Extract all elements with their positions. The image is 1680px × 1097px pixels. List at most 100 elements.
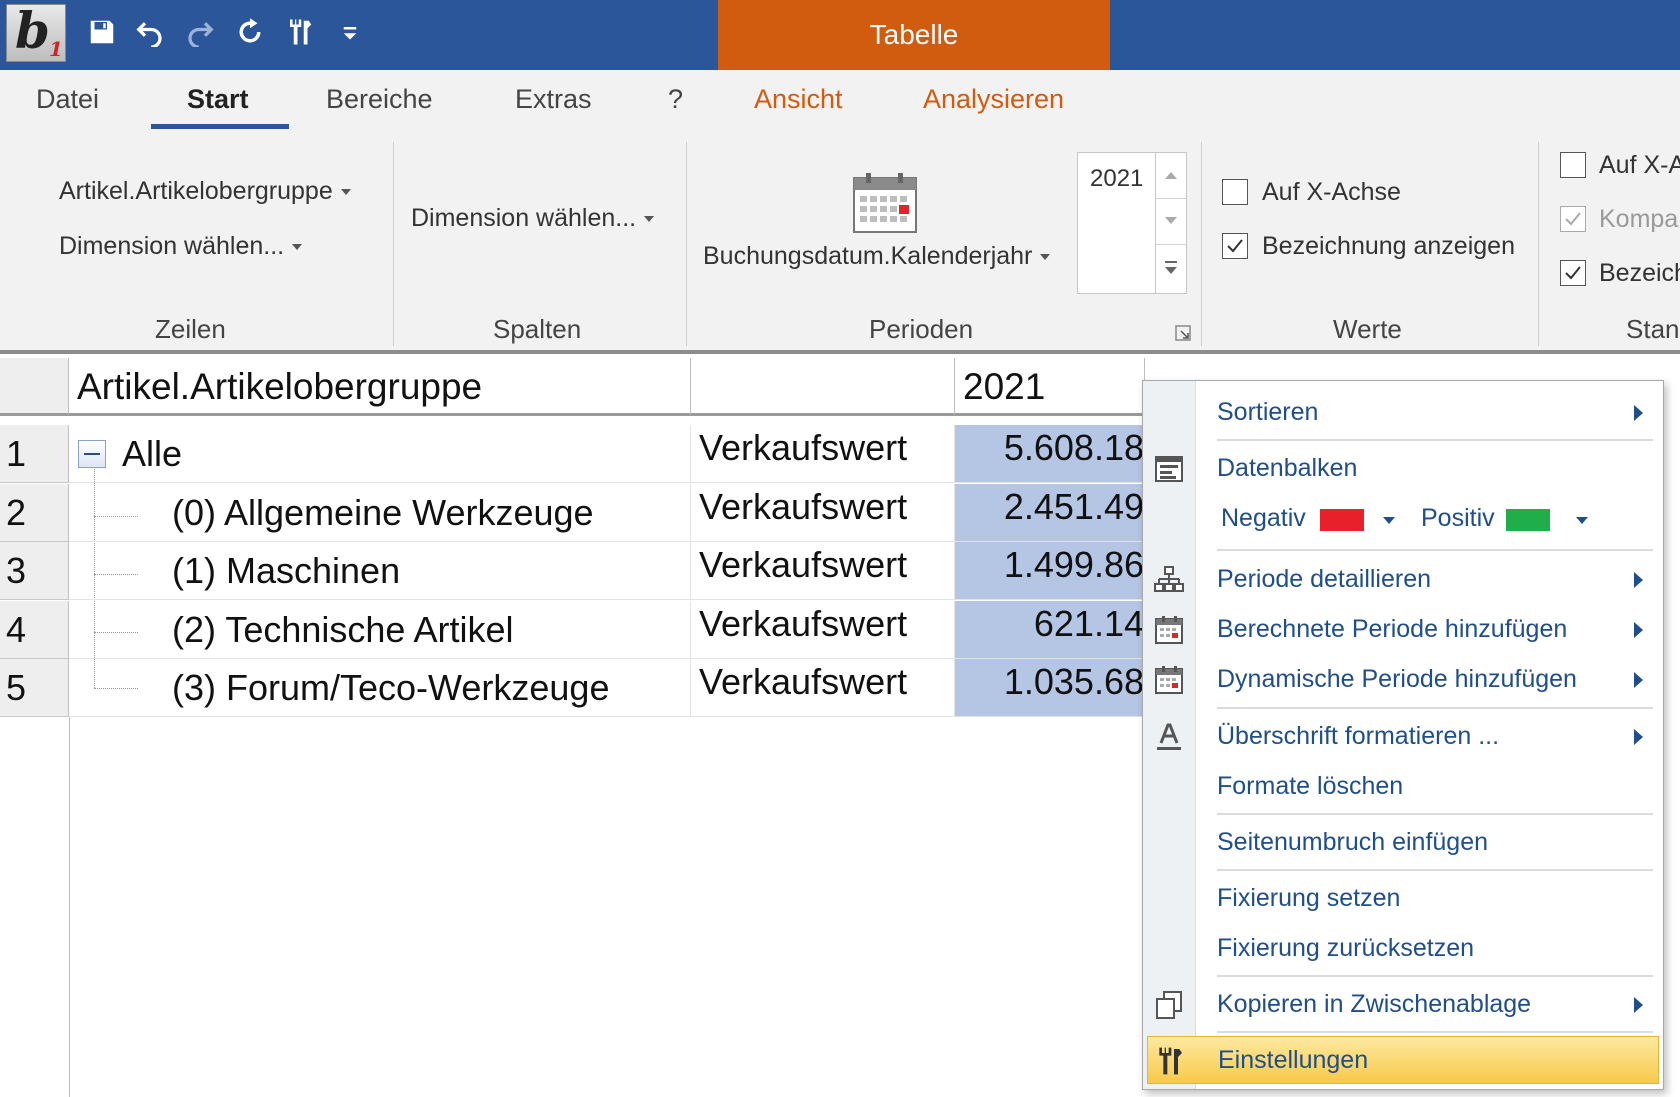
undo-icon	[136, 22, 162, 47]
tab-start[interactable]: Start	[187, 84, 249, 115]
menu-item-seitenumbruch[interactable]: Seitenumbruch einfügen	[1143, 819, 1663, 867]
menu-item-datenbalken[interactable]: Datenbalken	[1143, 445, 1663, 493]
value-text: 621.14	[1033, 603, 1144, 644]
year-spinner-buttons	[1155, 153, 1186, 293]
column-header-rows[interactable]: Artikel.Artikelobergruppe	[69, 358, 691, 416]
zeilen-dimension-1-dropdown[interactable]: Artikel.Artikelobergruppe	[59, 177, 351, 206]
collapse-icon[interactable]	[78, 440, 106, 468]
save-icon	[90, 20, 114, 44]
checkmark-icon	[1565, 212, 1581, 226]
measure-text: Verkaufswert	[699, 427, 908, 468]
menu-item-sortieren[interactable]: Sortieren	[1143, 389, 1663, 437]
submenu-arrow-icon	[1634, 572, 1643, 588]
auf-x-achse-checkbox[interactable]	[1222, 179, 1248, 205]
menu-item-fixierung-setzen[interactable]: Fixierung setzen	[1143, 875, 1663, 923]
tools-button[interactable]	[282, 14, 318, 50]
column-header-label: 2021	[963, 366, 1046, 407]
menu-item-formate-loeschen[interactable]: Formate löschen	[1143, 763, 1663, 811]
menu-item-periode-detaillieren[interactable]: Periode detaillieren	[1143, 556, 1663, 604]
standard-kompakt-checkbox[interactable]	[1560, 206, 1586, 232]
checkmark-icon	[1565, 266, 1581, 280]
row-label-text: (0) Allgemeine Werkzeuge	[172, 492, 594, 533]
tab-help[interactable]: ?	[668, 84, 683, 115]
redo-button[interactable]	[182, 14, 218, 50]
table-cell-value[interactable]: 2.451.49	[955, 484, 1145, 542]
row-number[interactable]: 2	[0, 484, 69, 542]
table-cell-measure[interactable]: Verkaufswert	[691, 601, 955, 659]
spin-more-button[interactable]	[1156, 245, 1186, 291]
tab-analysieren[interactable]: Analysieren	[923, 84, 1064, 115]
row-number-label: 3	[6, 550, 27, 591]
submenu-arrow-icon	[1634, 997, 1643, 1013]
group-label-standard: Stan	[1626, 314, 1680, 344]
zeilen-dimension-2-label: Dimension wählen...	[59, 232, 285, 260]
table-cell-measure[interactable]: Verkaufswert	[691, 659, 955, 717]
spin-up-button[interactable]	[1156, 153, 1186, 199]
spalten-dimension-label: Dimension wählen...	[411, 204, 637, 232]
menu-item-label: Überschrift formatieren ...	[1217, 722, 1500, 750]
standard-bezeichnung-checkbox[interactable]	[1560, 260, 1586, 286]
table-cell-value[interactable]: 1.499.86	[955, 542, 1145, 600]
save-button[interactable]	[84, 14, 120, 50]
menu-item-berechnete-periode[interactable]: Berechnete Periode hinzufügen	[1143, 606, 1663, 654]
row-number[interactable]: 4	[0, 601, 69, 659]
menu-separator	[1217, 549, 1653, 551]
table-row-label[interactable]: (1) Maschinen	[69, 542, 691, 600]
standard-auf-x-achse-label: Auf X-A	[1599, 151, 1680, 179]
table-cell-measure[interactable]: Verkaufswert	[691, 484, 955, 542]
menu-item-kopieren[interactable]: Kopieren in Zwischenablage	[1143, 981, 1663, 1029]
year-value: 2021	[1090, 165, 1144, 192]
table-row-label[interactable]: (0) Allgemeine Werkzeuge	[69, 484, 691, 542]
submenu-arrow-icon	[1634, 405, 1643, 421]
chevron-down-icon	[1165, 217, 1177, 224]
chevron-down-icon[interactable]	[1383, 517, 1395, 524]
negativ-color-swatch[interactable]	[1320, 509, 1364, 531]
menu-item-label: Berechnete Periode hinzufügen	[1217, 615, 1568, 643]
tab-datei[interactable]: Datei	[36, 84, 99, 115]
hierarchy-icon	[1154, 566, 1184, 592]
table-row-label[interactable]: (2) Technische Artikel	[69, 601, 691, 659]
grid-corner[interactable]	[0, 358, 69, 416]
table-cell-value[interactable]: 1.035.68	[955, 659, 1145, 717]
table-cell-value[interactable]: 621.14	[955, 601, 1145, 659]
row-number[interactable]: 3	[0, 542, 69, 600]
undo-button[interactable]	[132, 14, 168, 50]
dialog-launcher-icon[interactable]	[1175, 325, 1191, 341]
menu-item-dynamische-periode[interactable]: Dynamische Periode hinzufügen	[1143, 656, 1663, 704]
bezeichnung-anzeigen-checkbox[interactable]	[1222, 233, 1248, 259]
perioden-dimension-dropdown[interactable]: Buchungsdatum.Kalenderjahr	[703, 242, 1051, 271]
context-tab-tabelle[interactable]: Tabelle	[718, 0, 1110, 70]
year-spinner[interactable]: 2021	[1077, 152, 1187, 294]
value-text: 2.451.49	[1003, 486, 1144, 527]
zeilen-dimension-2-dropdown[interactable]: Dimension wählen...	[59, 232, 303, 261]
chevron-down-icon[interactable]	[1576, 517, 1588, 524]
menu-item-einstellungen[interactable]: Einstellungen	[1147, 1036, 1659, 1084]
table-cell-measure[interactable]: Verkaufswert	[691, 425, 955, 483]
menu-item-fixierung-zuruecksetzen[interactable]: Fixierung zurücksetzen	[1143, 925, 1663, 973]
tab-bereiche[interactable]: Bereiche	[326, 84, 433, 115]
table-row-label[interactable]: Alle	[69, 425, 691, 483]
standard-auf-x-achse-checkbox[interactable]	[1560, 152, 1586, 178]
calendar-icon[interactable]	[852, 172, 918, 234]
bezeichnung-anzeigen-label: Bezeichnung anzeigen	[1262, 232, 1515, 260]
tab-ansicht[interactable]: Ansicht	[754, 84, 843, 115]
data-bars-icon	[1155, 456, 1183, 482]
row-number[interactable]: 1	[0, 425, 69, 483]
spalten-dimension-dropdown[interactable]: Dimension wählen...	[411, 204, 655, 233]
table-row-label[interactable]: (3) Forum/Teco-Werkzeuge	[69, 659, 691, 717]
table-cell-value[interactable]: 5.608.18	[955, 425, 1145, 483]
measure-text: Verkaufswert	[699, 603, 908, 644]
menu-item-ueberschrift-formatieren[interactable]: Überschrift formatieren ...	[1143, 713, 1663, 761]
row-number[interactable]: 5	[0, 659, 69, 717]
refresh-button[interactable]	[232, 14, 268, 50]
app-logo[interactable]: b 1	[6, 1, 66, 62]
column-header-2021[interactable]: 2021	[955, 358, 1145, 416]
tab-extras[interactable]: Extras	[515, 84, 592, 115]
column-header-measure[interactable]	[691, 358, 955, 416]
table-cell-measure[interactable]: Verkaufswert	[691, 542, 955, 600]
spin-down-button[interactable]	[1156, 199, 1186, 245]
positiv-color-swatch[interactable]	[1506, 509, 1550, 531]
customize-qat-button[interactable]	[332, 14, 368, 50]
ribbon-tabs: Datei Start Bereiche Extras ? Ansicht An…	[0, 70, 1680, 136]
measure-text: Verkaufswert	[699, 486, 908, 527]
